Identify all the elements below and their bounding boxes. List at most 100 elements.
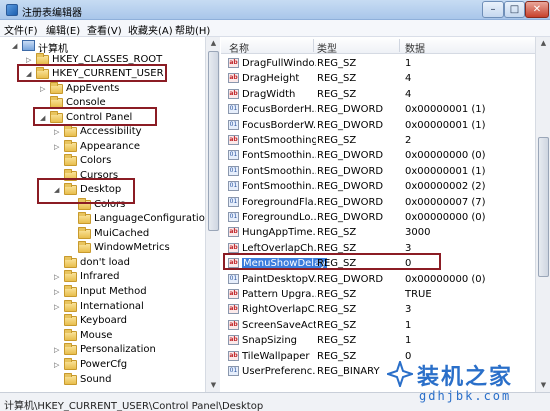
value-name: DragFullWindo... bbox=[242, 58, 316, 69]
table-row[interactable]: 01 FontSmoothin... REG_DWORD 0x00000000 (0) bbox=[221, 148, 535, 163]
menu-view[interactable]: 查看(V) bbox=[87, 22, 122, 37]
value-type: REG_DWORD bbox=[317, 119, 384, 131]
table-row[interactable]: ab RightOverlapC... REG_SZ 3 bbox=[221, 302, 535, 317]
column-divider[interactable] bbox=[399, 39, 400, 52]
string-value-icon: ab bbox=[228, 319, 239, 330]
table-row[interactable]: ab DragWidth REG_SZ 4 bbox=[221, 87, 535, 102]
value-type: REG_DWORD bbox=[317, 181, 384, 193]
value-name: ScreenSaveActi... bbox=[242, 319, 316, 331]
string-value-icon: ab bbox=[228, 350, 239, 361]
expander-icon[interactable]: ◢ bbox=[12, 41, 20, 51]
table-row[interactable]: abScreenSaveActi...REG_SZ 1 bbox=[221, 318, 535, 333]
string-value-icon: ab bbox=[228, 58, 239, 68]
value-data: 1 bbox=[405, 58, 412, 69]
watermark-logo-icon bbox=[387, 361, 413, 387]
value-name: HungAppTime... bbox=[242, 227, 316, 239]
maximize-button[interactable]: □ bbox=[504, 1, 525, 18]
folder-icon bbox=[78, 212, 91, 224]
value-type: REG_DWORD bbox=[317, 165, 384, 177]
expander-icon[interactable]: ▷ bbox=[54, 287, 62, 297]
value-name: SnapSizing bbox=[242, 335, 297, 347]
table-row[interactable]: ab DragFullWindo... REG_SZ 1 bbox=[221, 56, 535, 71]
title-bar: 注册表编辑器 – □ ✕ bbox=[0, 0, 550, 20]
folder-icon bbox=[78, 241, 91, 253]
binary-value-icon: 01 bbox=[228, 212, 239, 222]
string-value-icon: ab bbox=[228, 335, 239, 346]
table-row[interactable]: ab SnapSizing REG_SZ 1 bbox=[221, 333, 535, 348]
table-row[interactable]: ab HungAppTime... REG_SZ 3000 bbox=[221, 225, 535, 240]
menu-favorites[interactable]: 收藏夹(A) bbox=[128, 22, 173, 37]
tree-node-label: Infrared bbox=[80, 271, 120, 282]
expander-icon[interactable]: ▷ bbox=[54, 142, 62, 152]
expander-icon[interactable]: ▷ bbox=[54, 272, 62, 282]
value-data: 3 bbox=[405, 304, 412, 316]
value-name: RightOverlapC... bbox=[242, 304, 316, 316]
tree-scrollbar[interactable]: ▲ ▼ bbox=[205, 37, 220, 392]
watermark: 装机之家 gdhjbk.com bbox=[387, 357, 547, 409]
tree-node-label: AppEvents bbox=[66, 83, 120, 94]
key-tree[interactable]: ◢ 计算机 ▷ HKEY_CLASSES_ROOT ◢ HKEY_CURRENT… bbox=[0, 37, 220, 392]
column-divider[interactable] bbox=[313, 39, 314, 52]
value-name: ForegroundFla... bbox=[242, 196, 316, 208]
table-row[interactable]: 01 ForegroundLo... REG_DWORD 0x00000000 (0) bbox=[221, 210, 535, 225]
table-row[interactable]: 01 PaintDesktopV... REG_DWORD 0x00000000 (0… bbox=[221, 272, 535, 287]
values-scroll-thumb[interactable] bbox=[538, 137, 549, 277]
value-name: FocusBorderW... bbox=[242, 119, 316, 131]
values-scrollbar[interactable]: ▲ ▼ bbox=[535, 37, 550, 392]
binary-value-icon: 01 bbox=[228, 196, 239, 207]
expander-icon[interactable]: ▷ bbox=[54, 345, 62, 355]
value-type: REG_DWORD bbox=[317, 104, 384, 116]
tree-scroll-thumb[interactable] bbox=[208, 51, 219, 231]
value-type: REG_DWORD bbox=[317, 212, 384, 223]
expander-icon bbox=[54, 375, 62, 385]
tree-node-label: Mouse bbox=[80, 330, 113, 341]
value-type: REG_DWORD bbox=[317, 273, 384, 285]
binary-value-icon: 01 bbox=[228, 104, 239, 115]
table-row[interactable]: 01 FontSmoothin... REG_DWORD 0x00000001 (1) bbox=[221, 164, 535, 179]
table-row[interactable]: 01 FocusBorderH... REG_DWORD 0x00000001 (1) bbox=[221, 102, 535, 117]
table-row[interactable]: 01 ForegroundFla... REG_DWORD 0x00000007 (7… bbox=[221, 195, 535, 210]
close-button[interactable]: ✕ bbox=[525, 1, 549, 18]
value-data: TRUE bbox=[405, 289, 432, 300]
value-name: ForegroundLo... bbox=[242, 212, 316, 223]
table-row[interactable]: ab FontSmoothing REG_SZ 2 bbox=[221, 133, 535, 148]
binary-value-icon: 01 bbox=[228, 366, 239, 376]
table-row[interactable]: ab Pattern Upgra... REG_SZ TRUE bbox=[221, 287, 535, 302]
value-name: UserPreferenc... bbox=[242, 366, 316, 377]
column-header: 名称 类型 数据 bbox=[221, 37, 550, 55]
folder-icon bbox=[64, 285, 77, 297]
column-type-header[interactable]: 类型 bbox=[317, 40, 337, 55]
column-data-header[interactable]: 数据 bbox=[405, 40, 425, 55]
expander-icon bbox=[54, 258, 62, 268]
value-type: REG_SZ bbox=[317, 304, 357, 316]
expander-icon[interactable]: ▷ bbox=[54, 360, 62, 370]
menu-file[interactable]: 文件(F) bbox=[4, 22, 38, 37]
menu-help[interactable]: 帮助(H) bbox=[175, 22, 210, 37]
expander-icon[interactable]: ▷ bbox=[40, 84, 48, 94]
minimize-button[interactable]: – bbox=[482, 1, 504, 18]
scroll-up-icon[interactable]: ▲ bbox=[208, 38, 219, 49]
highlight-hkcu bbox=[17, 64, 167, 82]
registry-editor-icon bbox=[6, 4, 18, 16]
highlight-desktop bbox=[37, 178, 135, 204]
column-name-header[interactable]: 名称 bbox=[229, 40, 249, 55]
value-name: Pattern Upgra... bbox=[242, 289, 316, 300]
values-list[interactable]: 名称 类型 数据 ab DragFullWindo... REG_SZ 1 ab Drag… bbox=[221, 37, 550, 392]
scroll-down-icon[interactable]: ▼ bbox=[208, 380, 219, 391]
value-data: 0x00000007 (7) bbox=[405, 196, 486, 208]
table-row[interactable]: 01 FocusBorderW... REG_DWORD 0x00000001 (1) bbox=[221, 118, 535, 133]
expander-icon[interactable]: ▷ bbox=[54, 127, 62, 137]
folder-icon bbox=[78, 227, 91, 239]
scroll-up-icon[interactable]: ▲ bbox=[538, 38, 549, 49]
table-row[interactable]: 01 FontSmoothin... REG_DWORD 0x00000002 (2) bbox=[221, 179, 535, 194]
value-type: REG_SZ bbox=[317, 88, 357, 100]
value-type: REG_SZ bbox=[317, 350, 357, 362]
expander-icon bbox=[54, 156, 62, 166]
value-type: REG_SZ bbox=[317, 135, 357, 146]
highlight-menushowdelay bbox=[223, 253, 441, 270]
value-name: FontSmoothin... bbox=[242, 150, 316, 162]
menu-edit[interactable]: 编辑(E) bbox=[46, 22, 80, 37]
expander-icon[interactable]: ▷ bbox=[54, 302, 62, 312]
tree-node-label: International bbox=[80, 301, 144, 312]
table-row[interactable]: ab DragHeight REG_SZ 4 bbox=[221, 71, 535, 86]
